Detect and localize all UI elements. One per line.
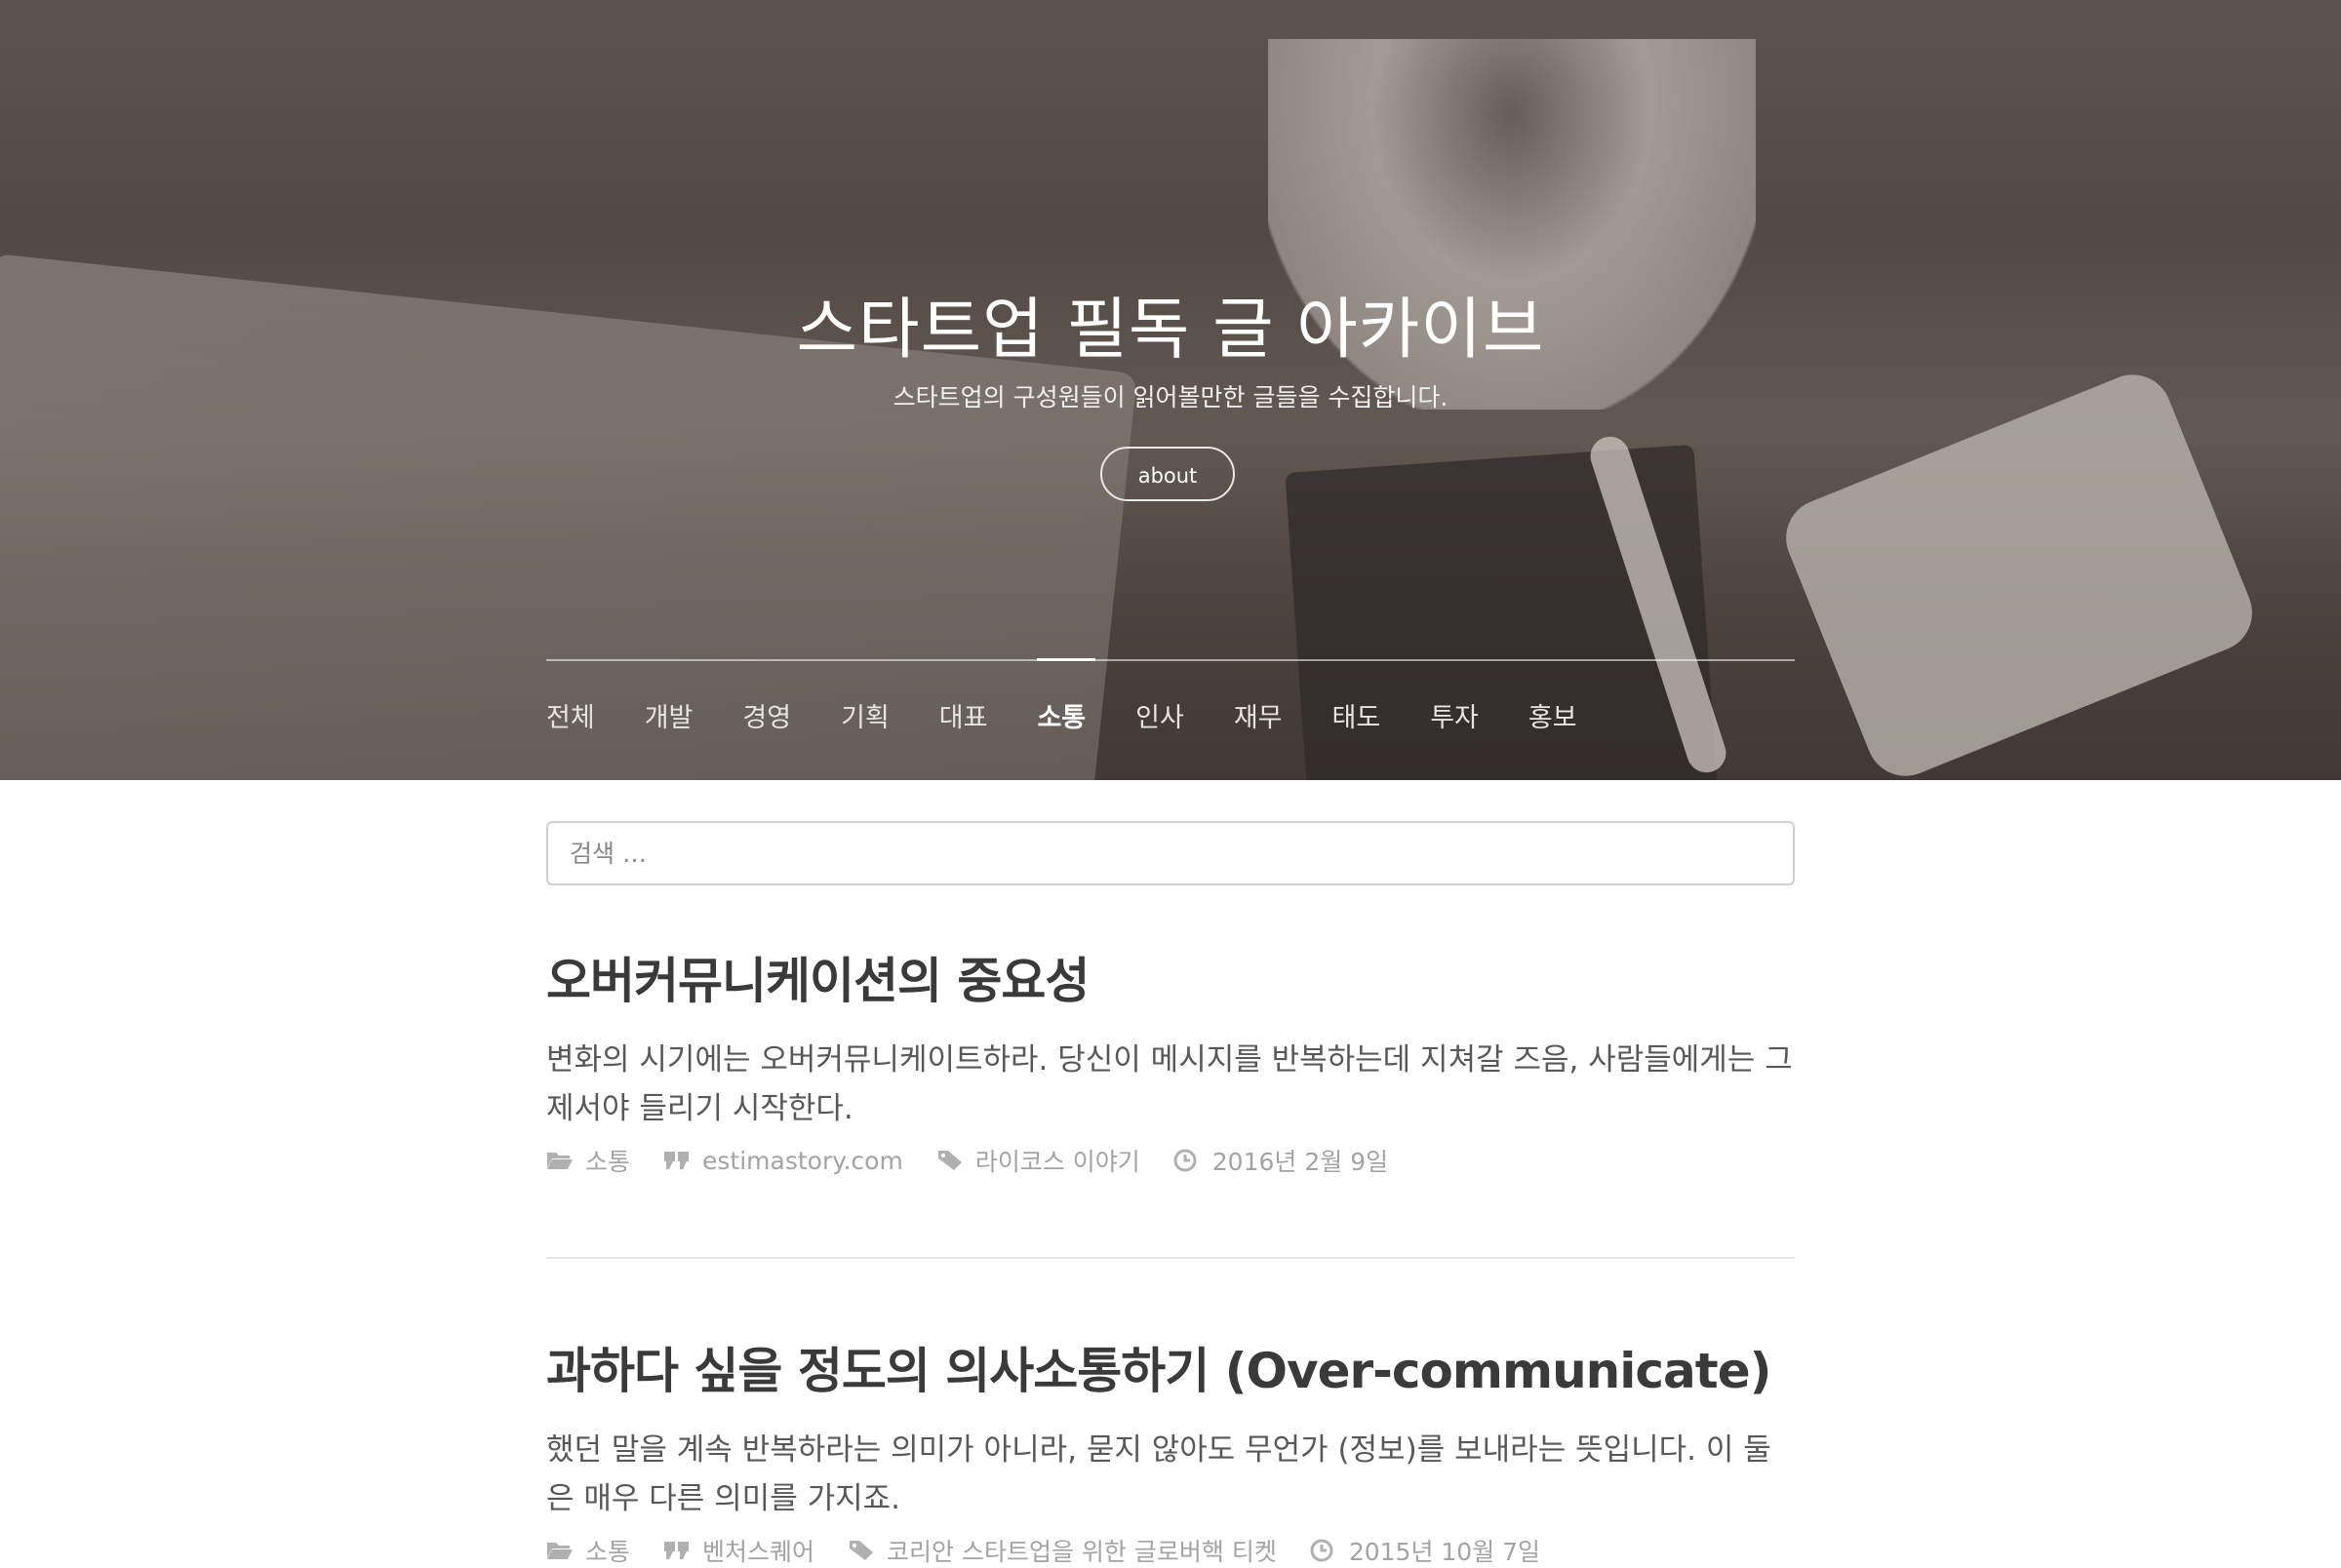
nav-item-pr[interactable]: 홍보 — [1528, 696, 1577, 735]
nav-item-development[interactable]: 개발 — [645, 696, 694, 735]
nav-active-indicator — [1037, 658, 1095, 661]
site-title[interactable]: 스타트업 필독 글 아카이브 — [0, 275, 2341, 372]
post-excerpt: 변화의 시기에는 오버커뮤니케이트하라. 당신이 메시지를 반복하는데 지쳐갈 … — [546, 1042, 1793, 1126]
post-date: 2015년 10월 7일 — [1310, 1533, 1540, 1568]
tag-icon — [937, 1151, 962, 1170]
post-source-label: estimastory.com — [702, 1146, 903, 1175]
post-source[interactable]: 벤처스퀘어 — [663, 1533, 814, 1568]
post-meta: 소통 벤처스퀘어 코리안 스타트업을 위한 글로버핵 티켓 2015년 10월 … — [546, 1533, 1795, 1568]
post-divider — [546, 1257, 1795, 1259]
post-item: 오버커뮤니케이션의 중요성 변화의 시기에는 오버커뮤니케이트하라. 당신이 메… — [546, 942, 1795, 1178]
post-tag[interactable]: 코리안 스타트업을 위한 글로버핵 티켓 — [848, 1533, 1277, 1568]
nav-item-investment[interactable]: 투자 — [1430, 696, 1479, 735]
post-date: 2016년 2월 9일 — [1173, 1143, 1388, 1178]
post-title[interactable]: 과하다 싶을 정도의 의사소통하기 (Over-communicate) — [546, 1332, 1795, 1402]
post-category[interactable]: 소통 — [546, 1533, 630, 1568]
post-category-label: 소통 — [585, 1538, 631, 1566]
folder-open-icon — [547, 1543, 573, 1559]
site-subtitle: 스타트업의 구성원들이 읽어볼만한 글들을 수집합니다. — [893, 383, 1448, 412]
post-source[interactable]: estimastory.com — [663, 1147, 903, 1175]
nav-item-finance[interactable]: 재무 — [1234, 696, 1283, 735]
search-input[interactable] — [548, 823, 1793, 883]
nav-item-hr[interactable]: 인사 — [1135, 696, 1184, 735]
post-category-label: 소통 — [585, 1148, 631, 1176]
folder-open-icon — [547, 1153, 573, 1169]
post-meta: 소통 estimastory.com 라이코스 이야기 2016년 2월 9일 — [546, 1143, 1795, 1178]
post-date-label: 2016년 2월 9일 — [1211, 1148, 1389, 1176]
post-source-label: 벤처스퀘어 — [702, 1538, 815, 1566]
nav-item-management[interactable]: 경영 — [742, 696, 791, 735]
nav-item-ceo[interactable]: 대표 — [939, 696, 988, 735]
post-title[interactable]: 오버커뮤니케이션의 중요성 — [546, 942, 1795, 1012]
quote-icon — [664, 1152, 690, 1169]
nav-item-all[interactable]: 전체 — [546, 696, 595, 735]
search-box — [546, 821, 1795, 885]
post-tag[interactable]: 라이코스 이야기 — [936, 1143, 1140, 1178]
clock-icon — [1310, 1539, 1333, 1562]
clock-icon — [1173, 1149, 1197, 1172]
nav-item-attitude[interactable]: 태도 — [1332, 696, 1381, 735]
nav-item-communication[interactable]: 소통 — [1037, 696, 1086, 735]
nav-divider — [546, 659, 1795, 661]
post-category[interactable]: 소통 — [546, 1143, 630, 1178]
hero-banner: 스타트업 필독 글 아카이브 스타트업의 구성원들이 읽어볼만한 글들을 수집합… — [0, 0, 2341, 780]
tag-icon — [850, 1541, 874, 1560]
post-tag-label: 코리안 스타트업을 위한 글로버핵 티켓 — [887, 1538, 1277, 1566]
post-tag-label: 라이코스 이야기 — [974, 1148, 1140, 1176]
nav-item-planning[interactable]: 기획 — [841, 696, 890, 735]
quote-icon — [664, 1542, 690, 1559]
post-date-label: 2015년 10월 7일 — [1348, 1538, 1541, 1566]
post-excerpt: 했던 말을 계속 반복하라는 의미가 아니라, 묻지 않아도 무언가 (정보)를… — [546, 1432, 1771, 1516]
post-item: 과하다 싶을 정도의 의사소통하기 (Over-communicate) 했던 … — [546, 1332, 1795, 1568]
about-button[interactable]: about — [1100, 447, 1235, 501]
category-nav: 전체 개발 경영 기획 대표 소통 인사 재무 태도 투자 홍보 — [546, 696, 1627, 735]
